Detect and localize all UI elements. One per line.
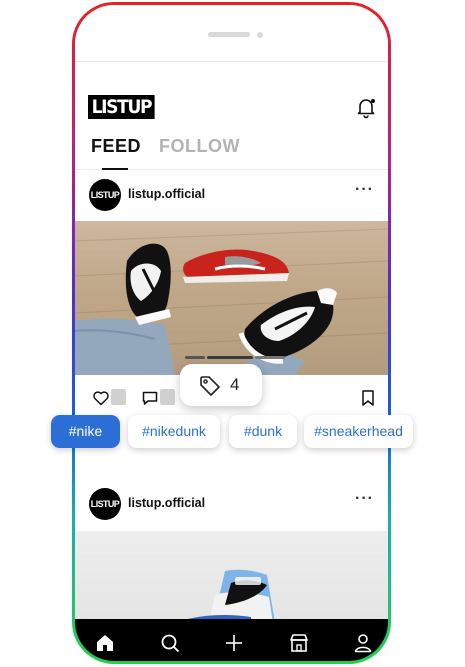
hashtag-chip-nike[interactable]: #nike [51,415,120,448]
phone-frame: LISTUP FEED FOLLOW LISTUP listup.officia… [72,2,391,664]
post-header: LISTUP listup.official ··· [75,169,388,223]
sneakers-photo-icon [75,228,388,375]
hashtag-chip-sneakerhead[interactable]: #sneakerhead [304,415,413,448]
tag-icon [200,376,220,396]
more-options-icon[interactable]: ··· [355,490,374,508]
profile-icon[interactable] [352,632,374,654]
heart-icon[interactable] [92,389,110,407]
home-icon[interactable] [94,632,116,654]
bookmark-icon[interactable] [359,389,377,407]
carousel-dot [185,356,205,359]
phone-notch [75,5,388,62]
carousel-dot-active [207,356,253,359]
post-image[interactable] [75,531,388,623]
tab-feed[interactable]: FEED [91,136,141,157]
hashtag-chip-nikedunk[interactable]: #nikedunk [128,415,220,448]
tag-count: 4 [230,375,240,394]
carousel-indicator [185,356,285,359]
add-icon[interactable] [223,632,245,654]
bottom-nav [75,619,388,661]
feed-tabs: FEED FOLLOW [75,131,388,170]
search-icon[interactable] [159,632,181,654]
tag-count-popup[interactable]: 4 [180,364,262,406]
post-username[interactable]: listup.official [128,187,205,201]
speaker [208,32,250,37]
comment-count-placeholder [160,389,175,405]
more-options-icon[interactable]: ··· [355,181,374,199]
camera-dot [257,32,263,38]
like-count-placeholder [111,389,126,405]
store-icon[interactable] [288,632,310,654]
app-logo[interactable]: LISTUP [88,95,155,119]
avatar[interactable]: LISTUP [89,179,121,211]
phone-screen: LISTUP FEED FOLLOW LISTUP listup.officia… [75,5,388,661]
hashtag-chip-dunk[interactable]: #dunk [229,415,297,448]
post-username[interactable]: listup.official [128,496,205,510]
post-image[interactable] [75,221,388,375]
avatar[interactable]: LISTUP [89,488,121,520]
tab-follow[interactable]: FOLLOW [159,136,240,157]
post-header: LISTUP listup.official ··· [75,478,388,532]
comment-icon[interactable] [141,389,159,407]
sneaker-photo-icon [175,569,275,623]
app-header: LISTUP [75,61,388,123]
carousel-dot [255,356,285,359]
notification-bell-icon[interactable] [356,97,376,119]
